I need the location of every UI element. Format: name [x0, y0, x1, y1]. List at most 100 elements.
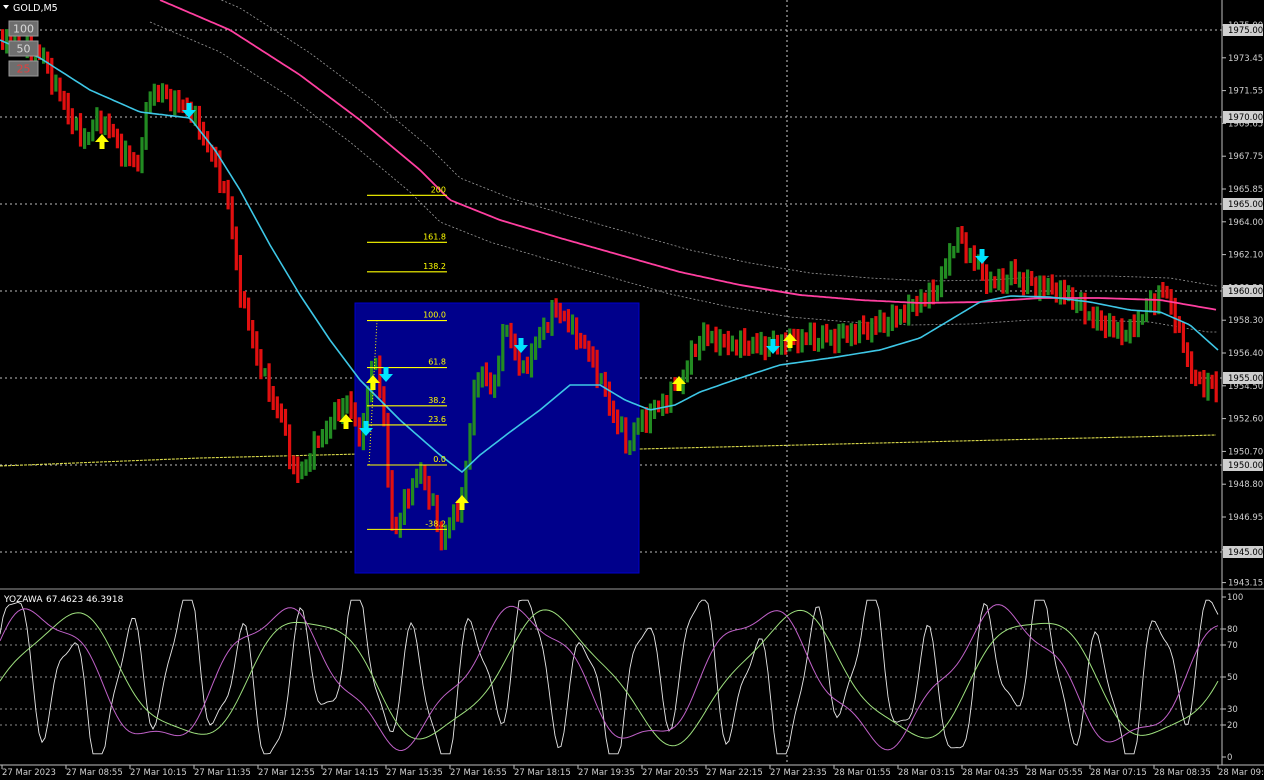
price-bar: [669, 381, 673, 413]
price-bar: [1099, 310, 1103, 331]
price-label: 1948.80: [1228, 480, 1263, 490]
osc-label: 50: [1227, 673, 1238, 683]
price-label: 1973.45: [1228, 54, 1263, 64]
price-bar: [829, 329, 833, 346]
price-bar: [1091, 306, 1095, 329]
price-bar: [115, 128, 119, 149]
price-bar: [140, 137, 144, 174]
fib-level-label: 23.6: [428, 415, 446, 424]
price-bar: [927, 282, 931, 309]
price-bar: [484, 362, 488, 387]
price-bar: [300, 461, 304, 480]
price-bar: [636, 417, 640, 435]
price-label: 1965.85: [1228, 185, 1263, 195]
price-bar: [320, 429, 324, 448]
price-bar: [993, 276, 997, 289]
price-bar: [1181, 322, 1185, 353]
price-bar: [632, 422, 636, 452]
price-bar: [870, 318, 874, 343]
price-bar: [550, 300, 554, 336]
zoom-button-50[interactable]: 50: [8, 40, 39, 57]
price-bar: [472, 379, 476, 436]
price-bar: [919, 289, 923, 313]
price-bar: [329, 416, 333, 439]
price-bar: [58, 77, 62, 102]
price-bar: [570, 314, 575, 335]
price-bar: [1026, 269, 1030, 295]
price-bar: [279, 403, 283, 423]
price-bar: [595, 349, 599, 389]
price-bar: [1054, 282, 1058, 303]
price-bar: [620, 416, 624, 433]
price-bar: [1194, 369, 1198, 387]
price-bar: [743, 328, 747, 356]
price-label: 1956.40: [1228, 349, 1263, 359]
price-bar: [911, 299, 915, 312]
price-bar: [866, 321, 870, 340]
price-bar: [304, 459, 308, 476]
price-bar: [275, 396, 279, 419]
price-bar: [337, 399, 341, 422]
price-bar: [222, 181, 226, 194]
price-bar: [1161, 282, 1165, 298]
price-bar: [234, 226, 238, 271]
price-bar: [882, 312, 886, 333]
price-bar: [903, 304, 907, 323]
price-bar: [5, 29, 9, 54]
price-bar: [107, 113, 111, 139]
price-bar: [734, 339, 739, 356]
price-bar: [267, 363, 271, 402]
price-bar: [1128, 319, 1132, 344]
price-bar: [1185, 342, 1190, 367]
price-bar: [271, 386, 275, 410]
time-label: 27 Mar 11:35: [194, 768, 251, 778]
zoom-button-100[interactable]: 100: [8, 20, 39, 37]
price-bar: [730, 335, 734, 352]
time-label: 27 Mar 14:15: [322, 768, 379, 778]
price-bar: [939, 266, 944, 298]
price-bar: [566, 309, 570, 333]
time-label: 28 Mar 04:35: [962, 768, 1019, 778]
price-bar: [640, 409, 644, 432]
price-bar: [964, 232, 968, 264]
price-bar: [50, 57, 54, 95]
zoom-button-25[interactable]: 25: [8, 60, 39, 77]
price-bar: [386, 412, 390, 488]
price-bar: [591, 346, 595, 368]
price-bar: [808, 322, 812, 346]
price-bar: [1005, 274, 1009, 294]
fib-level-label: 138.2: [423, 262, 446, 271]
price-bar: [907, 294, 911, 326]
price-bar: [931, 279, 935, 305]
price-bar: [648, 403, 652, 434]
price-bar: [603, 371, 607, 397]
price-bar: [661, 393, 665, 416]
price-bar: [812, 322, 816, 351]
price-bar: [156, 84, 160, 103]
price-bar: [841, 323, 845, 339]
price-bar: [124, 140, 128, 167]
price-highlight-label: 1950.00: [1228, 461, 1263, 471]
trading-chart[interactable]: 200161.8138.2100.061.838.223.60.0-38.2 1…: [0, 0, 1264, 780]
price-bar: [1087, 311, 1091, 321]
fib-level-label: 200: [431, 185, 446, 194]
price-bar: [353, 402, 357, 427]
time-label: 28 Mar 01:55: [834, 768, 891, 778]
zoom-buttons[interactable]: 100 50 25: [8, 20, 39, 77]
price-bar: [1124, 329, 1128, 342]
price-bar: [657, 400, 661, 413]
price-bar: [796, 329, 800, 354]
time-label: 27 Mar 20:55: [642, 768, 699, 778]
time-label: 27 Mar 08:55: [66, 768, 123, 778]
chart-title-text: GOLD,M5: [13, 3, 58, 14]
price-bar: [542, 317, 546, 340]
price-bar: [862, 315, 866, 335]
price-bar: [644, 407, 648, 433]
price-bar: [509, 322, 513, 349]
price-bar: [251, 320, 255, 349]
price-label: 1964.00: [1228, 218, 1263, 228]
price-bar: [1062, 279, 1067, 305]
price-bar: [685, 360, 689, 383]
time-label: 27 Mar 10:15: [130, 768, 187, 778]
price-label: 1958.30: [1228, 316, 1263, 326]
